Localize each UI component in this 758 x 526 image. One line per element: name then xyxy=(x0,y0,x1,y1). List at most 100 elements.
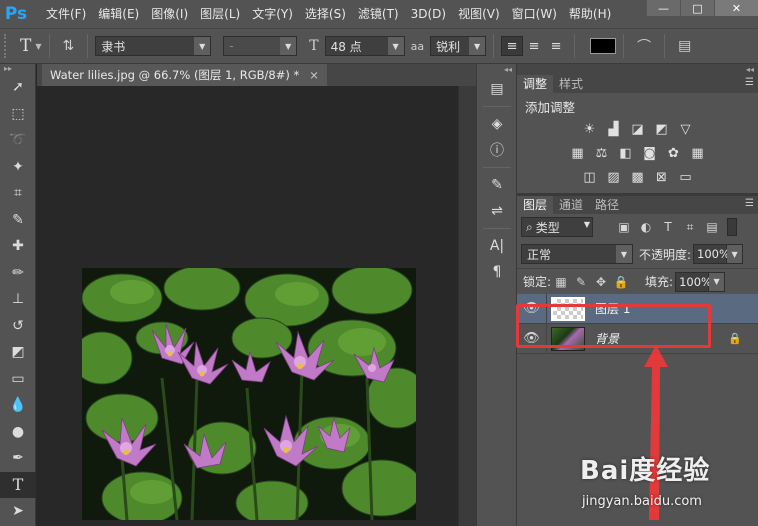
menu-filter[interactable]: 滤镜(T) xyxy=(352,0,405,28)
layer-filter-select[interactable]: ⌕ 类型 ▼ xyxy=(521,217,593,237)
document-tab[interactable]: Water lilies.jpg @ 66.7% (图层 1, RGB/8#) … xyxy=(42,64,327,86)
panel-menu-icon[interactable]: ☰ xyxy=(745,77,754,88)
posterize-icon[interactable]: ▨ xyxy=(604,167,624,187)
levels-icon[interactable]: ▟ xyxy=(604,119,624,139)
hue-saturation-icon[interactable]: ▦ xyxy=(568,143,588,163)
menu-image[interactable]: 图像(I) xyxy=(145,0,194,28)
path-selection-tool-icon[interactable]: ➤ xyxy=(0,498,36,525)
tab-layers[interactable]: 图层 xyxy=(517,196,554,214)
3d-panel-icon[interactable]: ◈ xyxy=(477,111,517,137)
menu-file[interactable]: 文件(F) xyxy=(40,0,92,28)
vibrance-icon[interactable]: ▽ xyxy=(676,119,696,139)
close-button[interactable]: ✕ xyxy=(714,0,758,16)
options-grip[interactable] xyxy=(4,34,10,58)
restore-button[interactable]: □ xyxy=(680,0,714,16)
filter-adjustment-icon[interactable]: ◐ xyxy=(635,220,657,234)
menu-view[interactable]: 视图(V) xyxy=(452,0,506,28)
filter-shape-icon[interactable]: ⌗ xyxy=(679,220,701,235)
color-balance-icon[interactable]: ⚖ xyxy=(592,143,612,163)
clone-stamp-tool-icon[interactable]: ⊥ xyxy=(0,286,36,313)
black-white-icon[interactable]: ◧ xyxy=(616,143,636,163)
brightness-icon[interactable]: ☀ xyxy=(580,119,600,139)
type-tool-preset-icon[interactable]: T xyxy=(20,36,31,56)
filter-toggle[interactable] xyxy=(727,218,737,236)
filter-pixel-icon[interactable]: ▣ xyxy=(613,220,635,234)
chevron-down-icon[interactable]: ▼ xyxy=(727,244,744,264)
type-tool-icon[interactable]: T xyxy=(0,471,36,498)
dodge-tool-icon[interactable]: ● xyxy=(0,419,36,446)
character-panel-icon[interactable]: ▤ xyxy=(678,38,691,54)
exposure-icon[interactable]: ◩ xyxy=(652,119,672,139)
preset-dropdown-arrow-icon[interactable]: ▼ xyxy=(35,42,41,51)
menu-3d[interactable]: 3D(D) xyxy=(405,0,452,28)
menu-edit[interactable]: 编辑(E) xyxy=(92,0,145,28)
character-panel-icon[interactable]: A| xyxy=(477,233,517,259)
move-tool-icon[interactable]: ➚ xyxy=(0,74,36,101)
minimize-button[interactable]: — xyxy=(646,0,680,16)
tab-paths[interactable]: 路径 xyxy=(589,196,625,214)
eyedropper-tool-icon[interactable]: ✎ xyxy=(0,207,36,234)
menu-type[interactable]: 文字(Y) xyxy=(246,0,299,28)
tab-styles[interactable]: 样式 xyxy=(553,75,589,93)
panel-collapse-icon[interactable]: ◂◂ xyxy=(517,64,758,75)
antialias-select[interactable]: 锐利 ▼ xyxy=(430,36,487,56)
font-style-select[interactable]: - ▼ xyxy=(223,36,298,56)
gradient-map-icon[interactable]: ▭ xyxy=(676,167,696,187)
magic-wand-tool-icon[interactable]: ✦ xyxy=(0,154,36,181)
text-color-swatch[interactable] xyxy=(590,38,617,54)
align-center-button[interactable]: ≡ xyxy=(523,36,545,56)
menu-select[interactable]: 选择(S) xyxy=(299,0,352,28)
text-orientation-icon[interactable]: ⇅ xyxy=(63,38,75,54)
filter-type-icon[interactable]: T xyxy=(657,220,679,234)
selective-color-icon[interactable]: ⊠ xyxy=(652,167,672,187)
channel-mixer-icon[interactable]: ✿ xyxy=(664,143,684,163)
chevron-down-icon[interactable]: ▼ xyxy=(709,271,726,292)
eraser-tool-icon[interactable]: ◩ xyxy=(0,339,36,366)
menu-window[interactable]: 窗口(W) xyxy=(506,0,563,28)
fill-input[interactable]: 100% xyxy=(675,271,712,292)
collapse-icon[interactable]: ◂◂ xyxy=(477,64,516,76)
opacity-input[interactable]: 100% xyxy=(693,244,730,264)
paragraph-panel-icon[interactable]: ¶ xyxy=(477,259,517,285)
tool-presets-icon[interactable]: ⇌ xyxy=(477,198,517,224)
blend-mode-select[interactable]: 正常 ▼ xyxy=(521,244,633,264)
threshold-icon[interactable]: ▩ xyxy=(628,167,648,187)
align-left-button[interactable]: ≡ xyxy=(501,36,524,56)
info-panel-icon[interactable]: ⓘ xyxy=(477,137,517,163)
layer-row-layer1[interactable]: 👁 图层 1 xyxy=(517,293,758,324)
collapse-icon[interactable]: ▸▸ xyxy=(0,64,35,74)
tab-channels[interactable]: 通道 xyxy=(553,196,589,214)
lasso-tool-icon[interactable]: ➰ xyxy=(0,127,36,154)
eye-icon[interactable]: 👁 xyxy=(517,323,547,354)
align-right-button[interactable]: ≡ xyxy=(545,36,567,56)
history-panel-icon[interactable]: ▤ xyxy=(477,76,517,102)
font-family-select[interactable]: 隶书 ▼ xyxy=(95,36,212,56)
curves-icon[interactable]: ◪ xyxy=(628,119,648,139)
photo-filter-icon[interactable]: ◙ xyxy=(640,143,660,163)
healing-brush-tool-icon[interactable]: ✚ xyxy=(0,233,36,260)
warp-text-icon[interactable]: ⌒ xyxy=(637,36,651,56)
layer-name[interactable]: 背景 xyxy=(595,330,619,347)
eye-icon[interactable]: 👁 xyxy=(517,293,547,324)
layer-name[interactable]: 图层 1 xyxy=(595,300,630,317)
tab-adjustments[interactable]: 调整 xyxy=(517,75,554,93)
brush-tool-icon[interactable]: ✏ xyxy=(0,260,36,287)
lock-transparent-icon[interactable]: ▦ xyxy=(551,275,571,289)
panel-menu-icon[interactable]: ☰ xyxy=(745,198,754,209)
menu-layer[interactable]: 图层(L) xyxy=(194,0,246,28)
marquee-tool-icon[interactable]: ⬚ xyxy=(0,101,36,128)
font-size-select[interactable]: 48 点 ▼ xyxy=(324,36,405,56)
vertical-scrollbar[interactable] xyxy=(458,86,476,526)
lock-pixels-icon[interactable]: ✎ xyxy=(571,275,591,289)
pen-tool-icon[interactable]: ✒ xyxy=(0,445,36,472)
brush-presets-icon[interactable]: ✎ xyxy=(477,172,517,198)
gradient-tool-icon[interactable]: ▭ xyxy=(0,366,36,393)
history-brush-tool-icon[interactable]: ↺ xyxy=(0,313,36,340)
water-lilies-photo[interactable] xyxy=(82,268,416,520)
layer-row-background[interactable]: 👁 背景 🔒 xyxy=(517,323,758,354)
invert-icon[interactable]: ◫ xyxy=(580,167,600,187)
filter-smart-object-icon[interactable]: ▤ xyxy=(701,220,723,234)
lock-all-icon[interactable]: 🔒 xyxy=(611,275,631,289)
color-lookup-icon[interactable]: ▦ xyxy=(688,143,708,163)
lock-position-icon[interactable]: ✥ xyxy=(591,275,611,289)
